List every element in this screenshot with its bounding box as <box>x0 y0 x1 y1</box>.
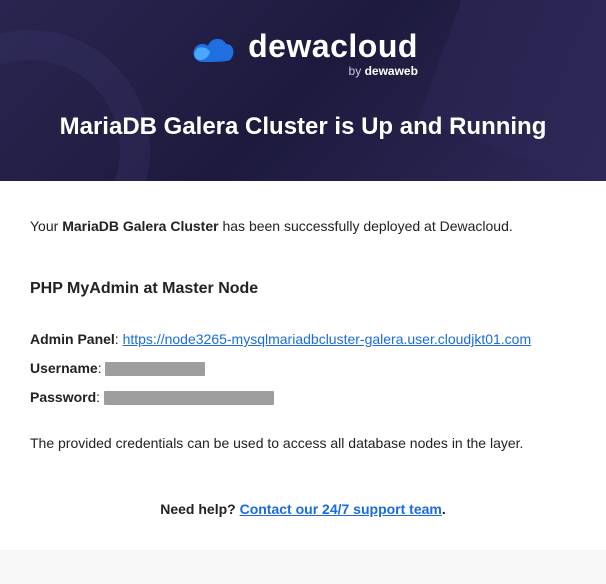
credentials-note: The provided credentials can be used to … <box>30 433 576 454</box>
body-content: Your MariaDB Galera Cluster has been suc… <box>0 181 606 550</box>
admin-panel-row: Admin Panel: https://node3265-mysqlmaria… <box>30 329 576 350</box>
brand-byline: by dewaweb <box>248 64 418 78</box>
intro-text: Your MariaDB Galera Cluster has been suc… <box>30 216 576 237</box>
cloud-icon <box>188 32 238 77</box>
brand-logo-block: dewacloud by dewaweb <box>188 30 418 78</box>
password-label: Password <box>30 389 96 405</box>
header-banner: dewacloud by dewaweb MariaDB Galera Clus… <box>0 0 606 181</box>
admin-panel-link[interactable]: https://node3265-mysqlmariadbcluster-gal… <box>123 331 532 347</box>
support-line: Need help? Contact our 24/7 support team… <box>30 499 576 520</box>
email-container: dewacloud by dewaweb MariaDB Galera Clus… <box>0 0 606 550</box>
admin-panel-label: Admin Panel <box>30 331 115 347</box>
section-title: PHP MyAdmin at Master Node <box>30 277 576 301</box>
password-row: Password: <box>30 387 576 408</box>
password-redacted <box>104 391 274 405</box>
brand-name: dewacloud <box>248 30 418 62</box>
page-title: MariaDB Galera Cluster is Up and Running <box>20 113 586 141</box>
username-redacted <box>105 362 205 376</box>
support-link[interactable]: Contact our 24/7 support team <box>240 501 442 517</box>
username-row: Username: <box>30 358 576 379</box>
username-label: Username <box>30 360 98 376</box>
